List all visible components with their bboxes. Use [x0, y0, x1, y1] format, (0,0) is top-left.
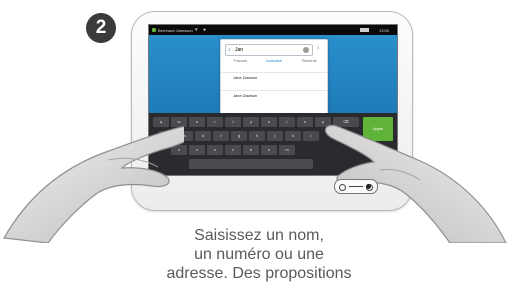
presence-icon [152, 28, 156, 32]
key-y[interactable]: y [243, 117, 259, 127]
tab-recents[interactable]: Récents [302, 58, 317, 63]
key-x[interactable]: x [189, 145, 205, 155]
tab-annuaire[interactable]: Annuaire [266, 58, 282, 63]
key-h[interactable]: h [249, 131, 265, 141]
key-r[interactable]: r [207, 117, 223, 127]
instruction-caption: Saisissez un nom, un numéro ou une adres… [156, 226, 362, 283]
search-result[interactable]: Jane Dawson [221, 90, 327, 100]
step-number-badge: 2 [86, 13, 116, 43]
left-hand-illustration [3, 125, 184, 243]
tab-favoris[interactable]: Favoris [234, 58, 247, 63]
home-bar-icon [349, 186, 363, 187]
key-c[interactable]: c [207, 145, 223, 155]
key-g[interactable]: g [231, 131, 247, 141]
key-v[interactable]: v [225, 145, 241, 155]
key-m[interactable]: m [279, 145, 295, 155]
search-icon: ⌕ [228, 47, 231, 53]
caption-line: Saisissez un nom, [194, 227, 324, 244]
clock: 13:50 [379, 28, 390, 33]
front-camera-icon [366, 184, 371, 189]
key-n[interactable]: n [261, 145, 277, 155]
key-o[interactable]: o [297, 117, 313, 127]
chevron-down-icon: ▾ [195, 27, 198, 33]
home-dot-left-icon [339, 184, 346, 191]
home-button[interactable] [334, 179, 378, 194]
search-input-value: Jan [235, 47, 244, 53]
caption-line: adresse. Des propositions [166, 265, 352, 282]
key-j[interactable]: j [267, 131, 283, 141]
status-bar: Bernhard Johnsson ▾ ● 13:50 [149, 25, 397, 35]
clear-icon[interactable] [303, 47, 309, 53]
search-input[interactable]: ⌕ Jan [225, 44, 313, 56]
key-e[interactable]: e [189, 117, 205, 127]
key-t[interactable]: t [225, 117, 241, 127]
chevron-right-icon[interactable]: › [313, 44, 323, 54]
key-k[interactable]: k [285, 131, 301, 141]
key-f[interactable]: f [213, 131, 229, 141]
user-name[interactable]: Bernhard Johnsson [158, 28, 193, 33]
key-u[interactable]: u [261, 117, 277, 127]
key-d[interactable]: d [195, 131, 211, 141]
search-screen: ⌕ Jan › Favoris Annuaire Récents Jane Da… [149, 35, 397, 115]
search-panel: ⌕ Jan › Favoris Annuaire Récents Jane Da… [220, 39, 328, 115]
key-b[interactable]: b [243, 145, 259, 155]
key-i[interactable]: i [279, 117, 295, 127]
info-icon[interactable]: ● [203, 27, 206, 33]
key-l[interactable]: l [303, 131, 319, 141]
caption-line: un numéro ou une [194, 246, 324, 263]
space-bar[interactable] [189, 159, 313, 169]
search-result[interactable]: Jane Dawson [221, 72, 327, 82]
camera-icon[interactable] [360, 28, 369, 32]
